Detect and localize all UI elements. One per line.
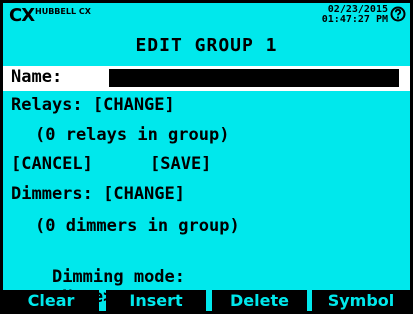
question-circle-icon[interactable] <box>390 6 406 22</box>
delete-softkey[interactable]: Delete <box>212 290 307 311</box>
page-title: EDIT GROUP 1 <box>135 35 278 56</box>
name-row[interactable]: Name: <box>3 66 410 91</box>
symbol-softkey[interactable]: Symbol <box>312 290 410 311</box>
name-label: Name: <box>11 67 63 87</box>
date-time: 02/23/2015 01:47:27 PM <box>268 5 388 25</box>
dimming-mode-label: Dimming mode: <box>51 267 186 287</box>
dimmers-change-link[interactable]: Dimmers: [CHANGE] <box>11 184 185 204</box>
dimmers-count-text: (0 dimmers in group) <box>35 216 240 236</box>
relays-count-text: (0 relays in group) <box>35 125 230 145</box>
relays-change-link[interactable]: Relays: [CHANGE] <box>11 95 175 115</box>
save-button[interactable]: [SAVE] <box>150 154 211 174</box>
cancel-button[interactable]: [CANCEL] <box>11 154 93 174</box>
softkey-bar: Clear Insert Delete Symbol <box>3 290 410 311</box>
time-text: 01:47:27 PM <box>321 14 388 25</box>
insert-softkey[interactable]: Insert <box>106 290 206 311</box>
brand-name: HUBBELL CX <box>35 7 91 16</box>
touch-screen: CX HUBBELL CX 02/23/2015 01:47:27 PM EDI… <box>0 0 413 314</box>
name-input[interactable] <box>109 69 399 87</box>
brand-logo: CX <box>9 5 35 26</box>
clear-softkey[interactable]: Clear <box>3 290 99 311</box>
header-bar: CX HUBBELL CX 02/23/2015 01:47:27 PM <box>3 3 410 37</box>
